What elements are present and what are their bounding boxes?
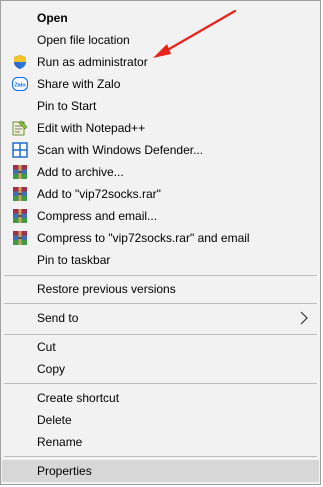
menu-separator bbox=[4, 334, 317, 335]
menu-item-label: Pin to Start bbox=[37, 99, 97, 113]
menu-separator bbox=[4, 383, 317, 384]
menu-item-create-shortcut[interactable]: Create shortcut bbox=[2, 387, 319, 409]
menu-item-delete[interactable]: Delete bbox=[2, 409, 319, 431]
menu-item-add-to-vip72socks-rar[interactable]: Add to "vip72socks.rar" bbox=[2, 183, 319, 205]
menu-item-label: Pin to taskbar bbox=[37, 253, 111, 267]
menu-item-add-to-archive[interactable]: Add to archive... bbox=[2, 161, 319, 183]
menu-separator bbox=[4, 275, 317, 276]
menu-item-send-to[interactable]: Send to bbox=[2, 307, 319, 329]
menu-item-label: Properties bbox=[37, 464, 92, 478]
winrar-icon bbox=[12, 186, 28, 202]
zalo-icon: Zalo bbox=[12, 76, 28, 92]
menu-separator bbox=[4, 303, 317, 304]
menu-item-label: Add to "vip72socks.rar" bbox=[37, 187, 161, 201]
menu-item-edit-with-notepad-plus-plus[interactable]: Edit with Notepad++ bbox=[2, 117, 319, 139]
menu-item-share-with-zalo[interactable]: Zalo Share with Zalo bbox=[2, 73, 319, 95]
svg-text:Zalo: Zalo bbox=[14, 83, 26, 89]
winrar-icon bbox=[12, 230, 28, 246]
red-arrow-annotation bbox=[153, 9, 237, 58]
menu-item-label: Scan with Windows Defender... bbox=[37, 143, 204, 157]
menu-item-cut[interactable]: Cut bbox=[2, 336, 319, 358]
menu-item-rename[interactable]: Rename bbox=[2, 431, 319, 453]
winrar-icon bbox=[12, 164, 28, 180]
uac-shield-icon bbox=[12, 54, 28, 70]
menu-item-pin-to-start[interactable]: Pin to Start bbox=[2, 95, 319, 117]
menu-item-properties[interactable]: Properties bbox=[2, 460, 319, 482]
windows-defender-icon bbox=[12, 142, 28, 158]
chevron-right-icon bbox=[299, 311, 309, 325]
menu-item-compress-to-vip72socks-rar-and-email[interactable]: Compress to "vip72socks.rar" and email bbox=[2, 227, 319, 249]
notepad-plus-plus-icon bbox=[12, 120, 28, 136]
menu-item-label: Rename bbox=[37, 435, 83, 449]
menu-item-label: Share with Zalo bbox=[37, 77, 121, 91]
menu-item-label: Open bbox=[37, 11, 68, 25]
menu-item-label: Edit with Notepad++ bbox=[37, 121, 146, 135]
menu-item-label: Open file location bbox=[37, 33, 130, 47]
context-menu: Open Open file location Run as administr… bbox=[0, 0, 321, 485]
menu-item-label: Compress to "vip72socks.rar" and email bbox=[37, 231, 250, 245]
menu-item-label: Delete bbox=[37, 413, 72, 427]
menu-item-label: Run as administrator bbox=[37, 55, 148, 69]
menu-item-restore-previous-versions[interactable]: Restore previous versions bbox=[2, 278, 319, 300]
menu-item-label: Cut bbox=[37, 340, 56, 354]
menu-item-scan-with-windows-defender[interactable]: Scan with Windows Defender... bbox=[2, 139, 319, 161]
menu-separator bbox=[4, 456, 317, 457]
menu-item-label: Add to archive... bbox=[37, 165, 124, 179]
menu-item-compress-and-email[interactable]: Compress and email... bbox=[2, 205, 319, 227]
menu-item-label: Create shortcut bbox=[37, 391, 120, 405]
winrar-icon bbox=[12, 208, 28, 224]
menu-item-pin-to-taskbar[interactable]: Pin to taskbar bbox=[2, 249, 319, 271]
menu-item-copy[interactable]: Copy bbox=[2, 358, 319, 380]
menu-item-label: Compress and email... bbox=[37, 209, 158, 223]
menu-item-label: Restore previous versions bbox=[37, 282, 176, 296]
menu-item-label: Send to bbox=[37, 311, 79, 325]
menu-item-label: Copy bbox=[37, 362, 66, 376]
